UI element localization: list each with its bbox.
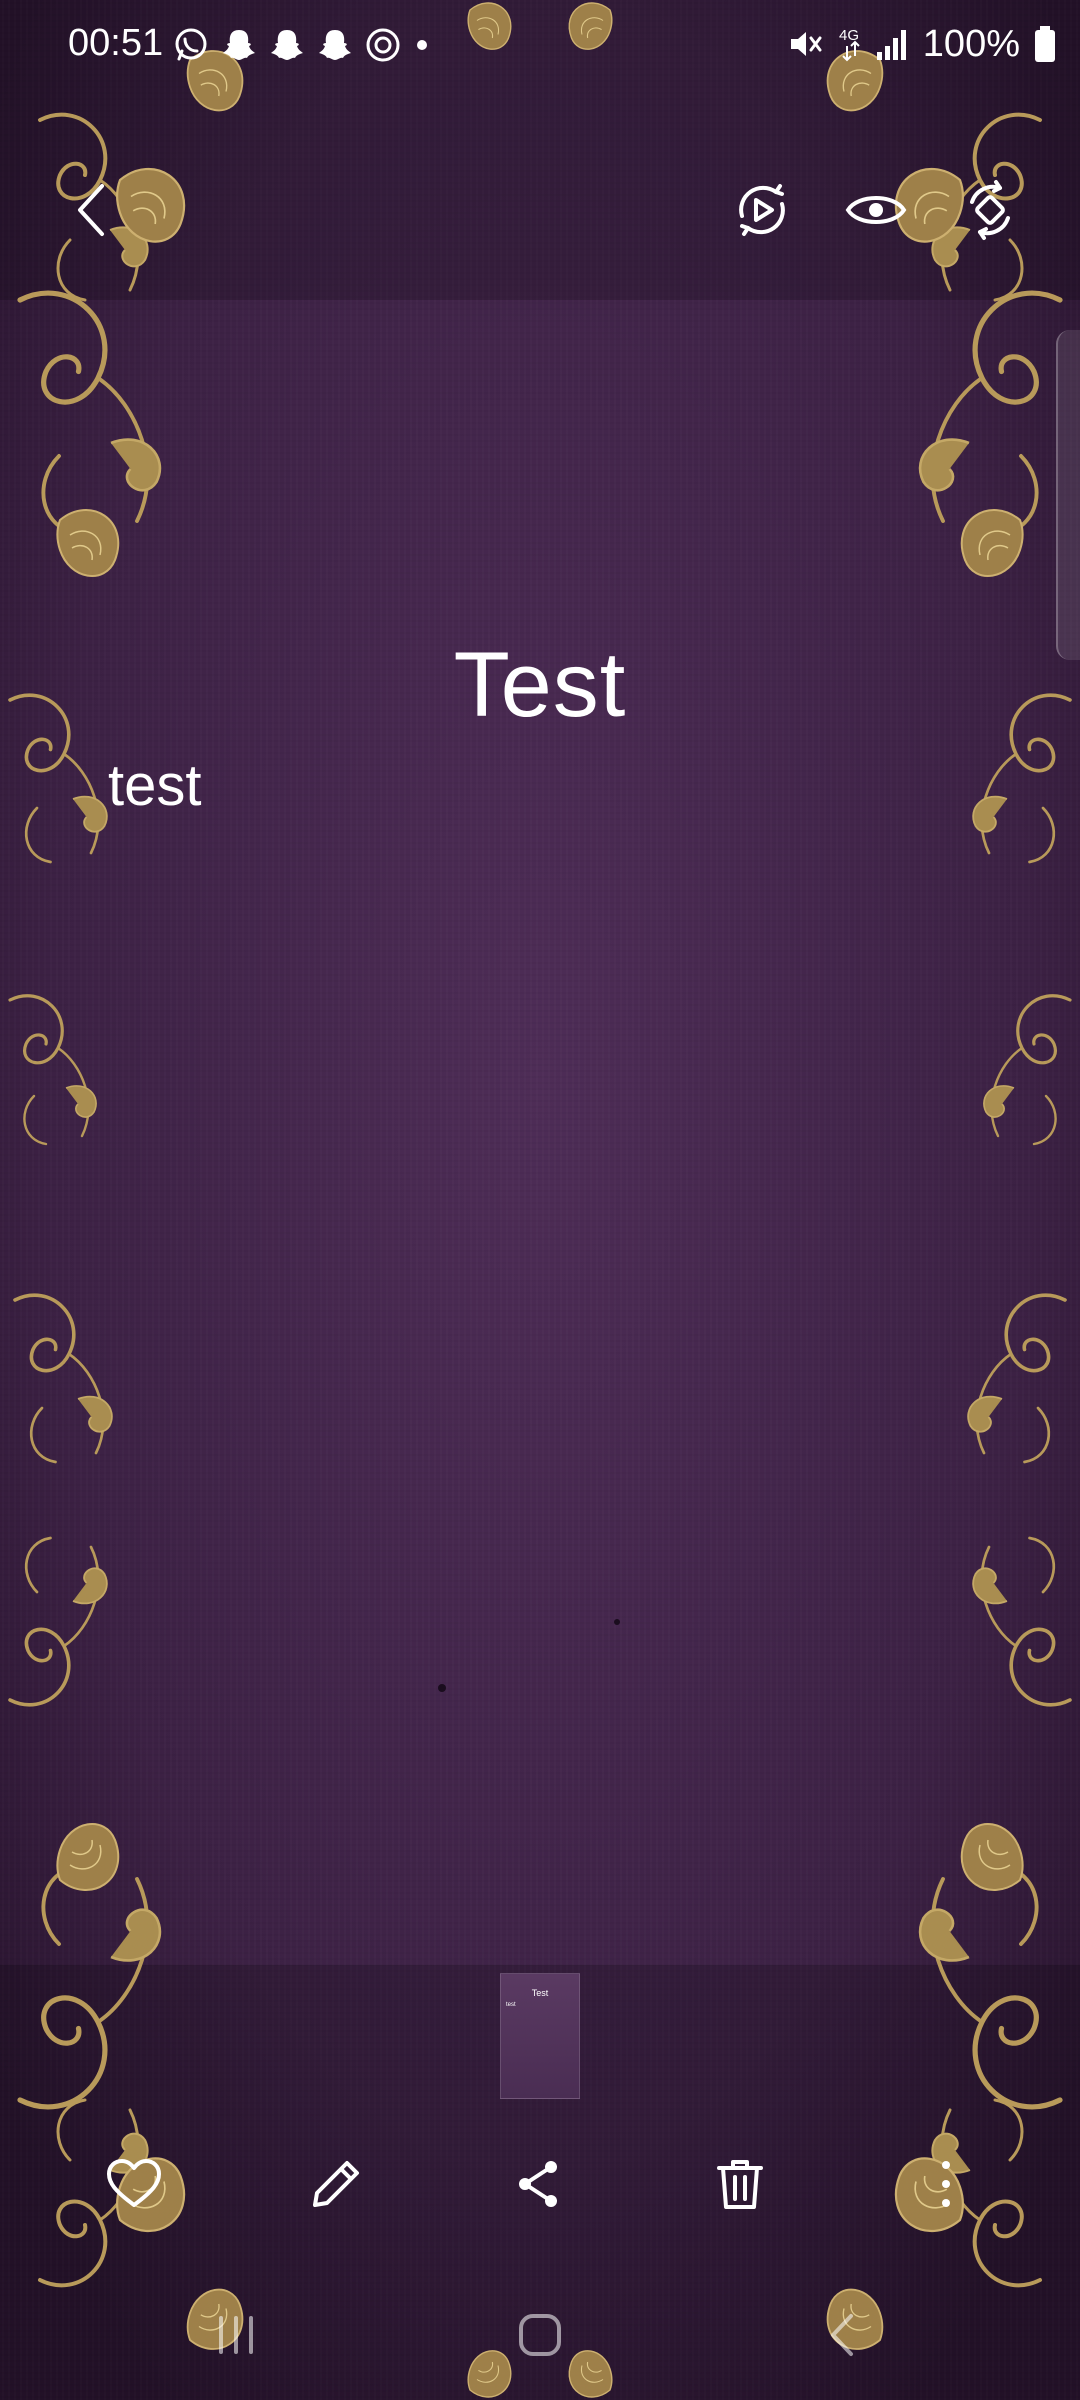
status-time: 00:51 <box>68 22 164 64</box>
snapchat-icon <box>223 30 255 60</box>
threads-icon <box>366 28 400 62</box>
heart-icon <box>107 2159 161 2207</box>
snapchat-icon <box>271 30 303 60</box>
trash-icon <box>717 2160 763 2209</box>
share-icon <box>519 2161 557 2207</box>
battery-icon <box>1035 26 1055 62</box>
pencil-icon <box>313 2161 359 2207</box>
image-thumbnail[interactable]: Test test <box>500 1973 580 2099</box>
share-button[interactable] <box>488 2134 588 2234</box>
more-vertical-icon <box>942 2161 950 2207</box>
rotate-button[interactable] <box>940 160 1040 260</box>
edit-button[interactable] <box>286 2134 386 2234</box>
status-right: 4G 100% <box>787 20 1056 68</box>
more-options-button[interactable] <box>896 2134 996 2234</box>
svg-text:4G: 4G <box>839 27 859 44</box>
status-bar: 00:51 4G 100% <box>0 0 1080 92</box>
recents-icon <box>219 2316 253 2354</box>
dot-icon <box>417 40 427 50</box>
back-chevron-icon <box>78 184 104 236</box>
delete-button[interactable] <box>690 2134 790 2234</box>
thumbnail-body: test <box>506 2002 516 2008</box>
note-title: Test <box>453 634 627 736</box>
view-button[interactable] <box>826 160 926 260</box>
note-body: test <box>108 753 202 818</box>
home-icon <box>519 2314 561 2356</box>
eye-icon <box>845 196 907 224</box>
thumbnail-title: Test <box>531 1988 549 1998</box>
remaster-play-icon <box>739 184 785 236</box>
mute-icon <box>790 32 822 56</box>
back-icon <box>831 2314 853 2356</box>
edge-panel-handle[interactable] <box>1056 330 1080 660</box>
note-image[interactable] <box>0 300 1080 1965</box>
recents-button[interactable] <box>176 2290 296 2380</box>
signal-4g-icon: 4G <box>839 27 906 62</box>
notification-icons <box>172 24 432 66</box>
whatsapp-icon <box>175 28 207 61</box>
favorite-button[interactable] <box>84 2134 184 2234</box>
battery-percent: 100% <box>922 22 1020 65</box>
remaster-button[interactable] <box>712 160 812 260</box>
back-button[interactable] <box>42 160 142 260</box>
snapchat-icon <box>319 30 351 60</box>
rotate-icon <box>970 180 1010 240</box>
nav-back-button[interactable] <box>784 2290 904 2380</box>
home-button[interactable] <box>480 2290 600 2380</box>
